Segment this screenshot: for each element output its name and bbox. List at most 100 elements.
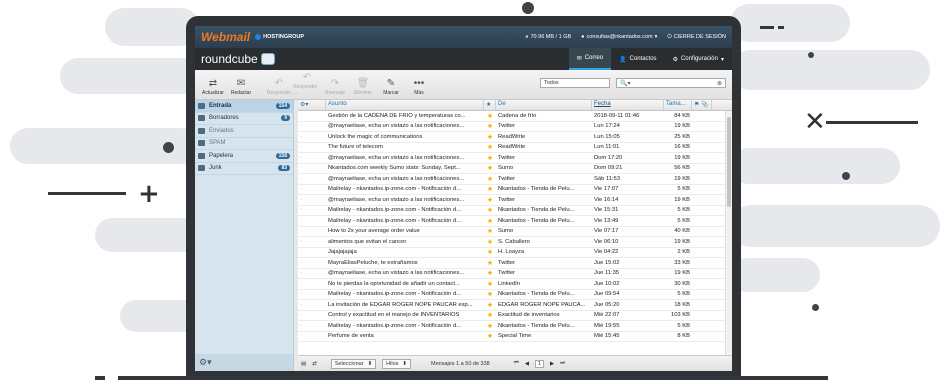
reply-all-button[interactable]: ↶ Responder ... bbox=[293, 72, 321, 96]
message-from: Nkantados - Tienda de Pelu... bbox=[498, 217, 575, 224]
message-row[interactable]: · No te pierdas la oportunidad de añadir … bbox=[298, 279, 732, 290]
message-row[interactable]: · Jajajajajaja ★ H. Loayza Vie 04:22 2 KB bbox=[298, 248, 732, 258]
next-page-icon[interactable]: ▶ bbox=[550, 361, 554, 367]
column-from[interactable]: De bbox=[496, 100, 592, 110]
message-row[interactable]: · How to 2x your average order value ★ Sumo… bbox=[298, 227, 732, 237]
tab-mail[interactable]: ✉ Correo bbox=[568, 48, 612, 70]
star-icon[interactable]: ★ bbox=[484, 196, 496, 204]
message-row[interactable]: · The future of telecom ★ ReadWrite Lun 11:0… bbox=[298, 143, 732, 153]
message-row[interactable]: · MayraEliasPeluche, te extrañamos ★ Twitte… bbox=[298, 258, 732, 269]
star-icon[interactable]: ★ bbox=[484, 164, 496, 172]
star-icon[interactable]: ★ bbox=[484, 227, 496, 235]
column-subject[interactable]: Asunto bbox=[326, 100, 484, 110]
message-row[interactable]: · Unlock the magic of communications ★ Read… bbox=[298, 132, 732, 143]
star-icon[interactable]: ★ bbox=[484, 259, 496, 267]
message-row[interactable]: · @mayraeliase, echa un vistazo a las not… bbox=[298, 122, 732, 132]
compose-button[interactable]: ✉ Redactar bbox=[227, 78, 255, 96]
message-row[interactable]: · @mayraeliase, echa un vistazo a las not… bbox=[298, 195, 732, 206]
more-button[interactable]: ••• Más bbox=[405, 78, 433, 96]
message-from: Twitter bbox=[498, 175, 516, 182]
gear-icon: ⚙ bbox=[672, 56, 678, 63]
star-icon[interactable]: ★ bbox=[484, 248, 496, 256]
prev-page-icon[interactable]: ◀ bbox=[525, 361, 529, 367]
folder-settings-button[interactable]: ⚙▾ bbox=[195, 354, 293, 371]
folder-trash[interactable]: Papelera 158 bbox=[195, 150, 293, 163]
refresh-button[interactable]: ⇄ Actualizar bbox=[199, 78, 227, 96]
logout-link[interactable]: ⏻ CIERRE DE SESIÓN bbox=[667, 34, 726, 41]
last-page-icon[interactable]: ⏭ bbox=[560, 360, 565, 367]
folder-drafts[interactable]: Borradores 9 bbox=[195, 113, 293, 125]
list-mode-icon[interactable]: ▤ bbox=[301, 361, 306, 367]
star-icon[interactable]: ★ bbox=[484, 290, 496, 298]
list-options-icon[interactable]: ⚙▾ bbox=[298, 100, 326, 110]
message-row[interactable]: · Mailrelay - nkantados.ip-zone.com - Not… bbox=[298, 216, 732, 227]
star-icon[interactable]: ★ bbox=[484, 269, 496, 277]
delete-button[interactable]: 🗑 Eliminar bbox=[349, 78, 377, 96]
star-icon[interactable]: ★ bbox=[484, 154, 496, 162]
flag-column-icon[interactable]: ★ bbox=[484, 100, 496, 110]
filter-select[interactable]: Todos bbox=[540, 78, 610, 88]
tab-contacts[interactable]: 👤 Contactos bbox=[611, 48, 665, 70]
star-icon[interactable]: ★ bbox=[484, 143, 496, 151]
column-date[interactable]: Fecha bbox=[592, 100, 664, 110]
message-row[interactable]: · La invitación de EDGAR ROGER ÑOPE PAUCA… bbox=[298, 300, 732, 311]
select-dropdown[interactable]: Seleccionar ⬍ bbox=[330, 358, 377, 369]
message-row[interactable]: · @mayraeliase, echa un vistazo a las not… bbox=[298, 153, 732, 164]
column-size[interactable]: Tama... bbox=[664, 100, 692, 110]
user-menu[interactable]: ● consultas@nkantados.com ▾ bbox=[581, 34, 657, 40]
message-row[interactable]: · @mayraeliase, echa un vistazo a las not… bbox=[298, 269, 732, 279]
star-icon[interactable]: ★ bbox=[484, 280, 496, 288]
caret-down-icon: ▾ bbox=[654, 34, 658, 40]
folder-junk[interactable]: Junk 83 bbox=[195, 163, 293, 175]
message-row[interactable]: · Perfume de venta ★ Special Time Mié 15:45 8… bbox=[298, 332, 732, 342]
message-row[interactable]: · Gestión de la CADENA DE FRÍO y temperat… bbox=[298, 111, 732, 122]
search-input[interactable]: 🔍▾ ⊗ bbox=[616, 78, 726, 88]
reply-button[interactable]: ↶ Responder bbox=[265, 78, 293, 96]
folder-sent[interactable]: Enviados bbox=[195, 125, 293, 138]
star-icon[interactable]: ★ bbox=[484, 311, 496, 319]
tab-settings[interactable]: ⚙ Configuración ▾ bbox=[665, 48, 732, 70]
sent-icon bbox=[198, 127, 205, 134]
logout-icon: ⏻ bbox=[667, 33, 672, 40]
message-row[interactable]: · alimentos que evitan el cancer ★ S. Cabal… bbox=[298, 237, 732, 248]
folder-spam[interactable]: SPAM bbox=[195, 138, 293, 150]
folder-inbox[interactable]: Entrada 154 bbox=[195, 100, 293, 113]
star-icon[interactable]: ★ bbox=[484, 206, 496, 214]
message-row[interactable]: · Control y exactitud en el manejo de INV… bbox=[298, 311, 732, 321]
star-icon[interactable]: ★ bbox=[484, 301, 496, 309]
message-row[interactable]: · Mailrelay - nkantados.ip-zone.com - Not… bbox=[298, 290, 732, 300]
message-row[interactable]: · Mailrelay - nkantados.ip-zone.com - Not… bbox=[298, 185, 732, 195]
message-size: 19 KB bbox=[674, 123, 690, 130]
hosting-logo: HOSTINGROUP bbox=[255, 34, 304, 40]
star-icon[interactable]: ★ bbox=[484, 122, 496, 130]
message-size: 19 KB bbox=[674, 154, 690, 161]
star-icon[interactable]: ★ bbox=[484, 133, 496, 141]
star-icon[interactable]: ★ bbox=[484, 332, 496, 340]
message-row[interactable]: · Nkantados.com weekly Sumo stats: Sunday… bbox=[298, 164, 732, 174]
message-date: Jue 15:02 bbox=[594, 259, 620, 266]
star-icon[interactable]: ★ bbox=[484, 322, 496, 330]
threads-toggle-icon[interactable]: ⇄ bbox=[312, 361, 317, 367]
attachment-column-icon[interactable]: ⚑ 📎 bbox=[692, 100, 712, 110]
mark-button[interactable]: ✎ Marcar bbox=[377, 78, 405, 96]
star-icon[interactable]: ★ bbox=[484, 112, 496, 120]
first-page-icon[interactable]: ⏮ bbox=[514, 360, 519, 367]
illustration-stage: ✕ + Webmail HOSTINGROUP ◕ 70.96 MB / 1 GB… bbox=[0, 0, 944, 384]
threads-dropdown[interactable]: Hilos ⬍ bbox=[382, 358, 412, 369]
forward-button[interactable]: ↷ Reenviar bbox=[321, 78, 349, 96]
star-icon[interactable]: ★ bbox=[484, 185, 496, 193]
star-icon[interactable]: ★ bbox=[484, 217, 496, 225]
scrollbar-thumb[interactable] bbox=[727, 117, 731, 207]
page-number-input[interactable]: 1 bbox=[534, 359, 544, 368]
row-status-icon: · bbox=[300, 186, 302, 193]
clear-search-icon[interactable]: ⊗ bbox=[717, 80, 722, 87]
list-header: ⚙▾ Asunto ★ De Fecha Tama... ⚑ 📎 bbox=[298, 100, 732, 111]
list-scrollbar[interactable] bbox=[725, 111, 732, 355]
message-row[interactable]: · Mailrelay - nkantados.ip-zone.com - Not… bbox=[298, 206, 732, 216]
star-icon[interactable]: ★ bbox=[484, 175, 496, 183]
message-row[interactable]: · Mailrelay - nkantados.ip-zone.com - Not… bbox=[298, 321, 732, 332]
message-row[interactable]: · @mayraeliase, echa un vistazo a las not… bbox=[298, 174, 732, 185]
star-icon[interactable]: ★ bbox=[484, 238, 496, 246]
message-subject: Nkantados.com weekly Sumo stats: Sunday,… bbox=[328, 165, 461, 172]
message-subject: MayraEliasPeluche, te extrañamos bbox=[328, 259, 418, 266]
